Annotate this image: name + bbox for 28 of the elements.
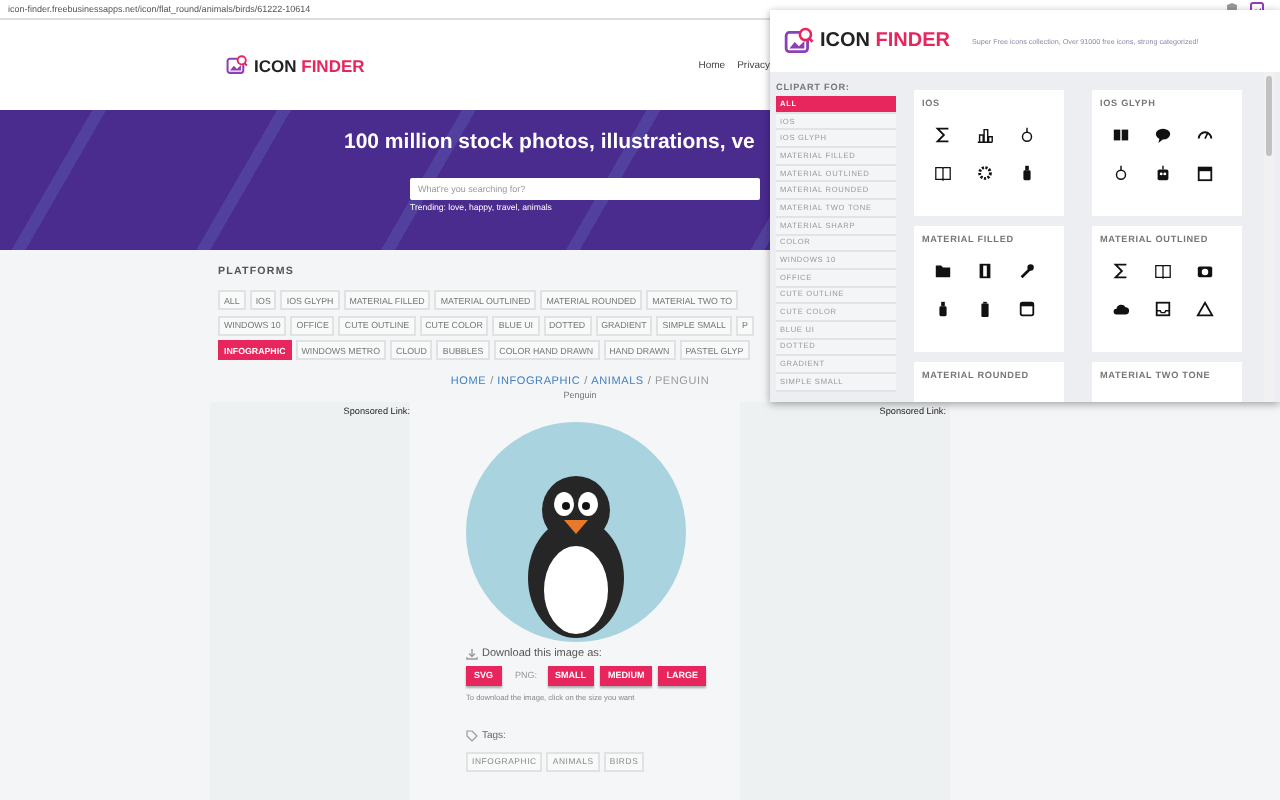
logo-text: ICON FINDER [254, 55, 365, 75]
scrollbar-thumb[interactable] [1266, 76, 1272, 156]
bottle-icon[interactable] [1018, 164, 1036, 182]
gauge-icon[interactable] [1196, 126, 1214, 144]
triangle-icon[interactable] [1196, 300, 1214, 318]
tag-icon [466, 729, 478, 741]
speech-bubble-icon[interactable] [1154, 126, 1172, 144]
bar-chart-icon[interactable] [976, 126, 994, 144]
cloud-icon[interactable] [1112, 300, 1130, 318]
window-icon[interactable] [1018, 300, 1036, 318]
sigma-icon[interactable] [1112, 262, 1130, 280]
logo-text: ICON FINDER [820, 30, 951, 52]
logo-icon [226, 54, 248, 76]
scrollbar[interactable] [1264, 72, 1274, 402]
columns-icon[interactable] [1112, 126, 1130, 144]
bottle-icon[interactable] [934, 300, 952, 318]
robot-icon[interactable] [1154, 164, 1172, 182]
logo-icon [784, 26, 814, 56]
inbox-icon[interactable] [1154, 300, 1172, 318]
battery-icon[interactable] [976, 300, 994, 318]
camera-icon[interactable] [1196, 262, 1214, 280]
book-icon[interactable] [934, 164, 952, 182]
folder-icon[interactable] [934, 262, 952, 280]
calendar-icon[interactable] [1196, 164, 1214, 182]
download-icon [466, 647, 478, 659]
banner-headline: 100 million stock photos, illustrations, ve [344, 130, 755, 154]
book-icon[interactable] [1154, 262, 1172, 280]
sigma-icon[interactable] [934, 126, 952, 144]
